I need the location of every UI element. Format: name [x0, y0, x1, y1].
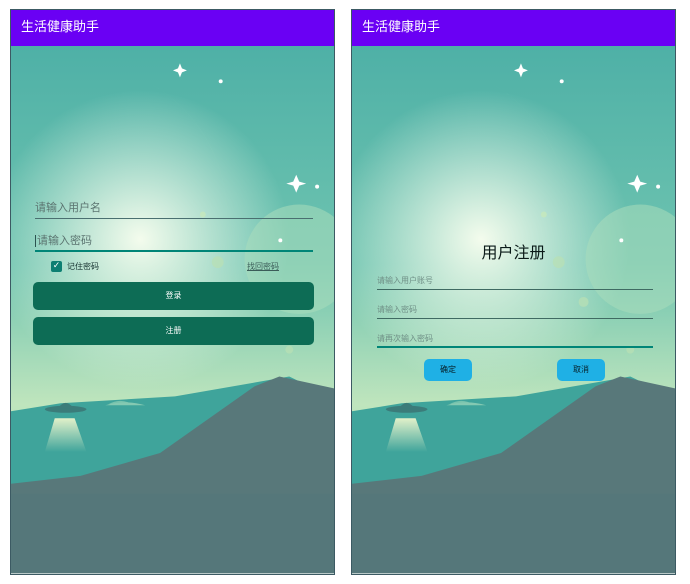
password-placeholder: 请输入密码	[37, 234, 92, 247]
login-form: 请输入用户名 请输入密码 ✓ 记住密码 找回密码 登录 注册	[11, 10, 334, 574]
cancel-button[interactable]: 取消	[557, 359, 605, 381]
register-title: 用户注册	[481, 243, 546, 262]
login-button[interactable]: 登录	[33, 282, 314, 310]
forgot-password-link[interactable]: 找回密码	[247, 260, 279, 273]
check-icon: ✓	[52, 261, 61, 271]
register-password-input[interactable]: 请输入密码	[377, 301, 653, 319]
register-username-input[interactable]: 请输入用户账号	[377, 272, 653, 290]
app-bar-title: 生活健康助手	[352, 10, 675, 46]
password-input[interactable]: 请输入密码	[35, 230, 313, 252]
app-bar-title: 生活健康助手	[11, 10, 334, 46]
username-placeholder: 请输入用户名	[35, 201, 101, 214]
register-confirm-password-input[interactable]: 请再次输入密码	[377, 330, 653, 348]
register-username-placeholder: 请输入用户账号	[377, 276, 433, 285]
register-screen: 生活健康助手 用户注册 请输入用户账号 请输入密码 请再次输入密码 确定 取消	[351, 9, 676, 575]
register-confirm-placeholder: 请再次输入密码	[377, 334, 433, 343]
register-password-placeholder: 请输入密码	[377, 305, 417, 314]
remember-password-label: 记住密码	[67, 262, 99, 271]
register-form: 用户注册 请输入用户账号 请输入密码 请再次输入密码 确定 取消	[352, 10, 675, 574]
login-screen: 生活健康助手 请输入用户名 请输入密码 ✓ 记住密码 找回密码 登录 注册	[10, 9, 335, 575]
remember-password-checkbox[interactable]: ✓	[51, 261, 62, 272]
username-input[interactable]: 请输入用户名	[35, 197, 313, 219]
confirm-button[interactable]: 确定	[424, 359, 472, 381]
text-cursor	[35, 235, 36, 247]
register-button[interactable]: 注册	[33, 317, 314, 345]
